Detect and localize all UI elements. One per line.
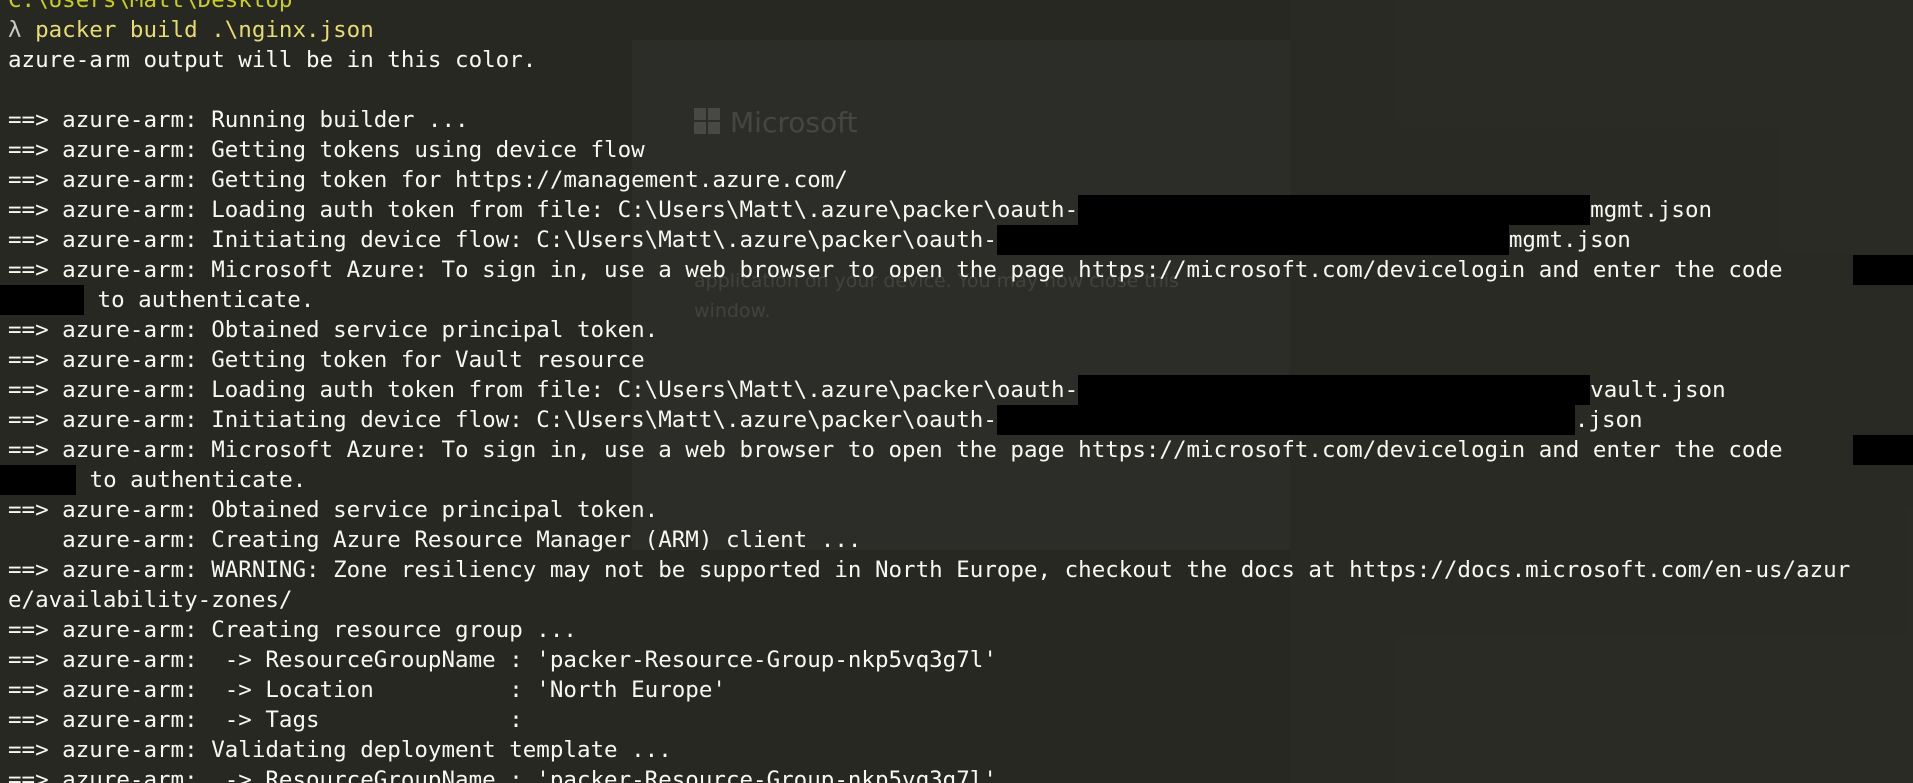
output-line-text: ==> azure-arm: Microsoft Azure: To sign … xyxy=(8,437,1783,463)
output-line: ==> azure-arm: -> ResourceGroupName : 'p… xyxy=(8,767,997,783)
output-line: ==> azure-arm: Getting token for Vault r… xyxy=(8,347,645,373)
redacted-code-block xyxy=(0,285,84,315)
output-line: ==> azure-arm: Getting tokens using devi… xyxy=(8,137,645,163)
output-line-text: to authenticate. xyxy=(89,467,307,493)
redacted-block xyxy=(1078,375,1591,405)
output-line: ==> azure-arm: Microsoft Azure: To sign … xyxy=(8,255,1913,285)
output-line: ==> azure-arm: -> Tags : xyxy=(8,707,523,733)
output-line-text: ==> azure-arm: Microsoft Azure: To sign … xyxy=(8,257,1783,283)
redacted-code-block xyxy=(1853,435,1913,465)
output-line: ==> azure-arm: Microsoft Azure: To sign … xyxy=(8,435,1913,465)
output-line: ==> azure-arm: Obtained service principa… xyxy=(8,497,659,523)
redacted-block xyxy=(996,225,1509,255)
redacted-block xyxy=(996,405,1575,435)
output-line-prefix: ==> azure-arm: Initiating device flow: C… xyxy=(8,407,997,433)
output-line: azure-arm: Creating Azure Resource Manag… xyxy=(8,527,862,553)
terminal-output: C:\Users\Matt\Desktop λ packer build .\n… xyxy=(0,0,1913,783)
output-line: ==> azure-arm: Initiating device flow: C… xyxy=(8,225,1913,255)
prompt-symbol-icon: λ xyxy=(8,17,22,43)
output-line-suffix: vault.json xyxy=(1590,377,1726,403)
terminal-window[interactable]: Microsoft application on your device. Yo… xyxy=(0,0,1913,783)
output-line: ==> azure-arm: Loading auth token from f… xyxy=(8,375,1913,405)
output-line: ==> azure-arm: Validating deployment tem… xyxy=(8,737,672,763)
output-line-prefix: ==> azure-arm: Initiating device flow: C… xyxy=(8,227,997,253)
output-line: ==> azure-arm: -> ResourceGroupName : 'p… xyxy=(8,647,997,673)
output-line: ==> azure-arm: WARNING: Zone resiliency … xyxy=(8,557,1851,583)
command-line[interactable]: λ packer build .\nginx.json xyxy=(8,15,1913,45)
output-line: ==> azure-arm: Creating resource group .… xyxy=(8,617,577,643)
redacted-code-block xyxy=(1853,255,1913,285)
output-line: ==> azure-arm: Getting token for https:/… xyxy=(8,167,848,193)
output-line: ==> azure-arm: Obtained service principa… xyxy=(8,317,659,343)
output-line-continuation: to authenticate. xyxy=(0,465,1913,495)
output-line-continuation: e/availability-zones/ xyxy=(8,587,293,613)
output-line: ==> azure-arm: -> Location : 'North Euro… xyxy=(8,677,726,703)
previous-prompt-line: C:\Users\Matt\Desktop xyxy=(8,0,293,13)
output-line: azure-arm output will be in this color. xyxy=(8,47,537,73)
redacted-code-block xyxy=(0,465,76,495)
output-line-suffix: .json xyxy=(1574,407,1643,433)
output-line-text: to authenticate. xyxy=(97,287,315,313)
output-line-suffix: mgmt.json xyxy=(1590,197,1713,223)
output-line-suffix: mgmt.json xyxy=(1508,227,1631,253)
output-line: ==> azure-arm: Initiating device flow: C… xyxy=(8,405,1913,435)
redacted-block xyxy=(1078,195,1591,225)
output-line-prefix: ==> azure-arm: Loading auth token from f… xyxy=(8,197,1079,223)
output-line-continuation: to authenticate. xyxy=(0,285,1913,315)
command-text: packer build .\nginx.json xyxy=(35,17,374,43)
output-line: ==> azure-arm: Running builder ... xyxy=(8,107,469,133)
output-line: ==> azure-arm: Loading auth token from f… xyxy=(8,195,1913,225)
output-line-prefix: ==> azure-arm: Loading auth token from f… xyxy=(8,377,1079,403)
